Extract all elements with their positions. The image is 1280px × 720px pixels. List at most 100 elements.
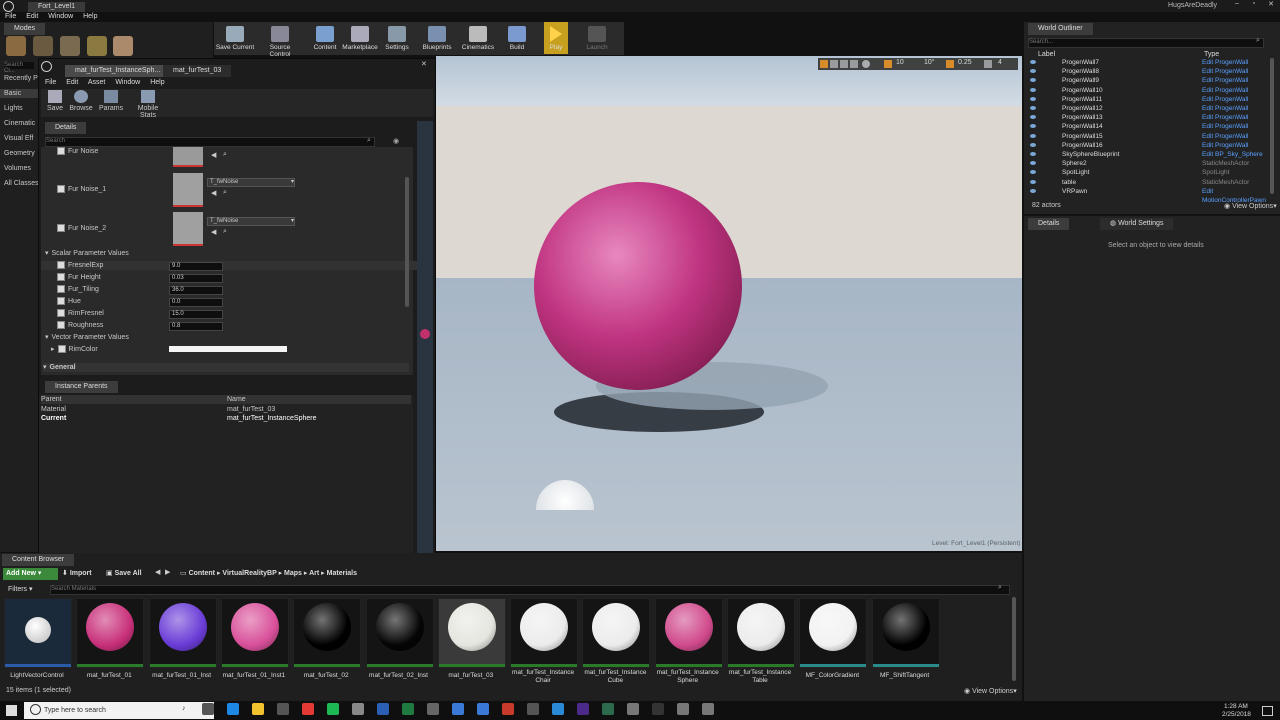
outliner-row[interactable]: ProgenWall10 Edit ProgenWall [1030, 86, 1270, 95]
breadcrumb-virtualrealitybp[interactable]: VirtualRealityBP [222, 570, 276, 577]
taskbar-app-icon[interactable] [402, 703, 414, 715]
save-all-button[interactable]: ▣ Save All [106, 568, 142, 580]
taskbar-app-icon[interactable] [527, 703, 539, 715]
editor-menu-window[interactable]: Window [115, 79, 140, 86]
rotate-icon[interactable] [840, 60, 848, 68]
fur-noise-1-thumbnail[interactable] [173, 173, 203, 207]
outliner-row[interactable]: VRPawn Edit MotionControllerPawn [1030, 187, 1270, 204]
outliner-row-type[interactable]: Edit ProgenWall [1202, 122, 1248, 131]
asset-thumbnail[interactable] [148, 598, 217, 668]
import-button[interactable]: ⬇ Import [62, 568, 92, 580]
windows-start-icon[interactable] [6, 705, 17, 716]
eye-icon[interactable] [1030, 60, 1036, 64]
taskbar-app-icon[interactable] [427, 703, 439, 715]
filters-button[interactable]: Filters ▾ [8, 585, 33, 593]
details-search-input[interactable]: Search [45, 137, 375, 147]
close-button[interactable]: ✕ [1264, 0, 1278, 10]
maximize-button[interactable]: ▫ [1247, 0, 1261, 10]
menu-window[interactable]: Window [48, 13, 73, 20]
content-scrollbar[interactable] [1012, 597, 1016, 681]
camera-speed-value[interactable]: 4 [998, 59, 1002, 66]
taskbar-app-icon[interactable] [552, 703, 564, 715]
asset-thumbnail[interactable] [293, 598, 362, 668]
asset-thumbnail[interactable] [365, 598, 434, 668]
fur-sphere[interactable] [534, 182, 742, 390]
asset-thumbnail[interactable] [727, 598, 795, 668]
eye-icon[interactable] [1030, 188, 1036, 193]
outliner-row-type[interactable]: Edit ProgenWall [1202, 113, 1248, 122]
outliner-row[interactable]: SkySphereBlueprint Edit BP_Sky_Sphere [1030, 150, 1270, 159]
place-mode-icon[interactable] [6, 36, 26, 56]
fresnelexp-checkbox[interactable] [57, 261, 65, 270]
general-section-header[interactable]: ▾ General [43, 363, 409, 372]
asset-thumbnail[interactable] [4, 598, 72, 668]
taskbar-app-icon[interactable] [252, 703, 264, 715]
asset-thumbnail[interactable] [510, 598, 579, 668]
outliner-row[interactable]: ProgenWall16 Edit ProgenWall [1030, 141, 1270, 150]
outliner-row[interactable]: ProgenWall12 Edit ProgenWall [1030, 104, 1270, 113]
content-view-options[interactable]: ◉ View Options▾ [964, 687, 1017, 695]
outliner-row-type[interactable]: Edit ProgenWall [1202, 141, 1248, 150]
outliner-row-type[interactable]: Edit ProgenWall [1202, 76, 1248, 85]
outliner-row[interactable]: table StaticMeshActor [1030, 178, 1270, 187]
taskbar-app-icon[interactable] [627, 703, 639, 715]
fresnelexp-input[interactable]: 9.0 [169, 262, 223, 271]
microphone-icon[interactable]: ♪ [182, 705, 186, 712]
category-visual-effects[interactable]: Visual Eff [4, 134, 33, 143]
outliner-row[interactable]: ProgenWall8 Edit ProgenWall [1030, 67, 1270, 76]
eye-icon[interactable] [1030, 96, 1036, 101]
parent-row-current[interactable]: Current [41, 414, 66, 423]
category-lights[interactable]: Lights [4, 104, 23, 113]
outliner-scrollbar[interactable] [1270, 58, 1274, 194]
taskbar-app-icon[interactable] [327, 703, 339, 715]
modes-search-input[interactable]: Search Cl... [4, 62, 34, 74]
roughness-checkbox[interactable] [57, 321, 65, 330]
fur-noise-checkbox[interactable] [57, 147, 65, 156]
category-all-classes[interactable]: All Classes [4, 179, 39, 188]
eye-icon[interactable] [1030, 179, 1036, 184]
eye-icon[interactable] [1030, 133, 1036, 138]
camera-speed-icon[interactable] [984, 60, 992, 68]
taskbar-app-icon[interactable] [277, 703, 289, 715]
scale-icon[interactable] [850, 60, 858, 68]
fur-tiling-input[interactable]: 36.0 [169, 286, 223, 295]
scale-snap-icon[interactable] [946, 60, 954, 68]
editor-menu-file[interactable]: File [45, 79, 56, 86]
outliner-row-type[interactable]: Edit MotionControllerPawn [1202, 187, 1270, 205]
category-basic[interactable]: Basic [0, 89, 38, 98]
asset-thumbnail[interactable] [76, 598, 145, 668]
details-panel-tab[interactable]: Details [1028, 218, 1070, 230]
world-local-icon[interactable] [862, 60, 870, 68]
foliage-mode-icon[interactable] [87, 36, 107, 56]
editor-browse-button[interactable]: Browse [69, 90, 93, 112]
outliner-row-type[interactable]: Edit ProgenWall [1202, 67, 1248, 76]
content-browser-tab[interactable]: Content Browser [2, 554, 75, 566]
world-settings-tab[interactable]: ◍ World Settings [1100, 218, 1174, 230]
source-control-button[interactable]: Source Control [259, 24, 301, 58]
editor-menu-asset[interactable]: Asset [88, 79, 106, 86]
outliner-row-type[interactable]: SpotLight [1202, 168, 1229, 177]
rimcolor-swatch[interactable] [169, 346, 287, 352]
scalar-params-header[interactable]: ▾ Scalar Parameter Values [45, 249, 129, 258]
fur-noise-1-checkbox[interactable] [57, 185, 65, 194]
breadcrumb-maps[interactable]: Maps [284, 570, 302, 577]
editor-menu-help[interactable]: Help [150, 79, 164, 86]
editor-menu-edit[interactable]: Edit [66, 79, 78, 86]
editor-params-button[interactable]: Params [99, 90, 123, 112]
taskbar-app-icon[interactable] [202, 703, 214, 715]
geometry-mode-icon[interactable] [113, 36, 133, 56]
eye-icon[interactable] [1030, 142, 1036, 147]
fur-noise-1-dropdown[interactable]: T_fwNoise ▾ [207, 178, 295, 187]
grid-snap-value[interactable]: 10 [896, 59, 904, 66]
outliner-row[interactable]: ProgenWall9 Edit ProgenWall [1030, 76, 1270, 85]
window-close-icon[interactable]: ✕ [421, 60, 427, 68]
build-button[interactable]: Build [496, 24, 538, 54]
select-mode-icon[interactable] [820, 60, 828, 68]
eye-icon[interactable] [1030, 124, 1036, 129]
asset-thumbnail[interactable] [220, 598, 289, 668]
level-viewport[interactable]: 10 10° 0.25 4 Level: Fort_Level1 (Persis… [436, 56, 1022, 551]
outliner-row[interactable]: ProgenWall7 Edit ProgenWall [1030, 58, 1270, 67]
breadcrumb-content[interactable]: Content [189, 570, 215, 577]
taskbar-app-icon[interactable] [452, 703, 464, 715]
fur-noise-2-thumbnail[interactable] [173, 212, 203, 246]
